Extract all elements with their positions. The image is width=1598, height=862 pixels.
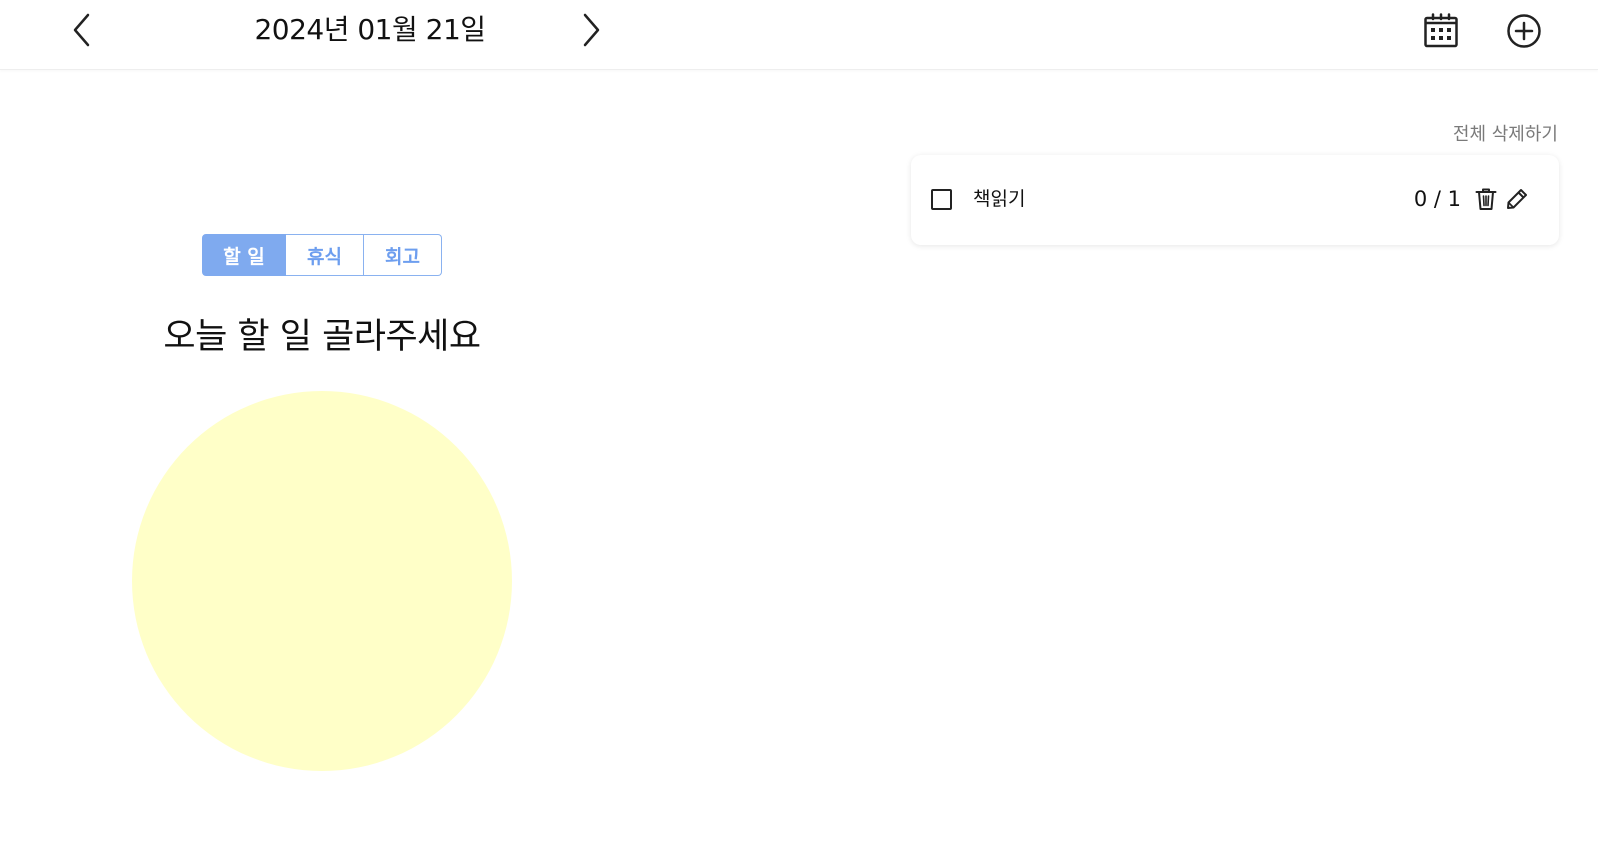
trash-icon [1475,188,1497,210]
tab-retrospect[interactable]: 회고 [364,234,442,276]
calendar-button[interactable] [1420,10,1462,52]
focus-circle [132,391,512,771]
pencil-icon [1507,189,1527,209]
delete-task-button[interactable] [1473,186,1499,212]
select-task-prompt: 오늘 할 일 골라주세요 [163,317,481,357]
delete-all-button[interactable]: 전체 삭제하기 [1400,120,1558,146]
edit-task-button[interactable] [1504,186,1530,212]
current-date: 2024년 01월 21일 [254,13,486,46]
top-bar: 2024년 01월 21일 [0,0,1598,70]
tab-rest[interactable]: 휴식 [286,234,364,276]
chevron-right-icon [583,13,600,47]
plus-circle-icon [1507,14,1541,48]
prev-date-button[interactable] [64,12,100,48]
mode-tabs: 할 일 휴식 회고 [202,234,442,276]
add-task-button[interactable] [1503,10,1545,52]
tab-todo[interactable]: 할 일 [202,234,286,276]
task-label: 책읽기 [973,188,1026,210]
task-checkbox[interactable] [931,189,952,210]
chevron-left-icon [73,13,90,47]
task-item[interactable]: 책읽기 0 / 1 [911,155,1559,245]
calendar-icon [1424,13,1458,48]
next-date-button[interactable] [573,12,609,48]
task-progress: 0 / 1 [1413,187,1461,211]
